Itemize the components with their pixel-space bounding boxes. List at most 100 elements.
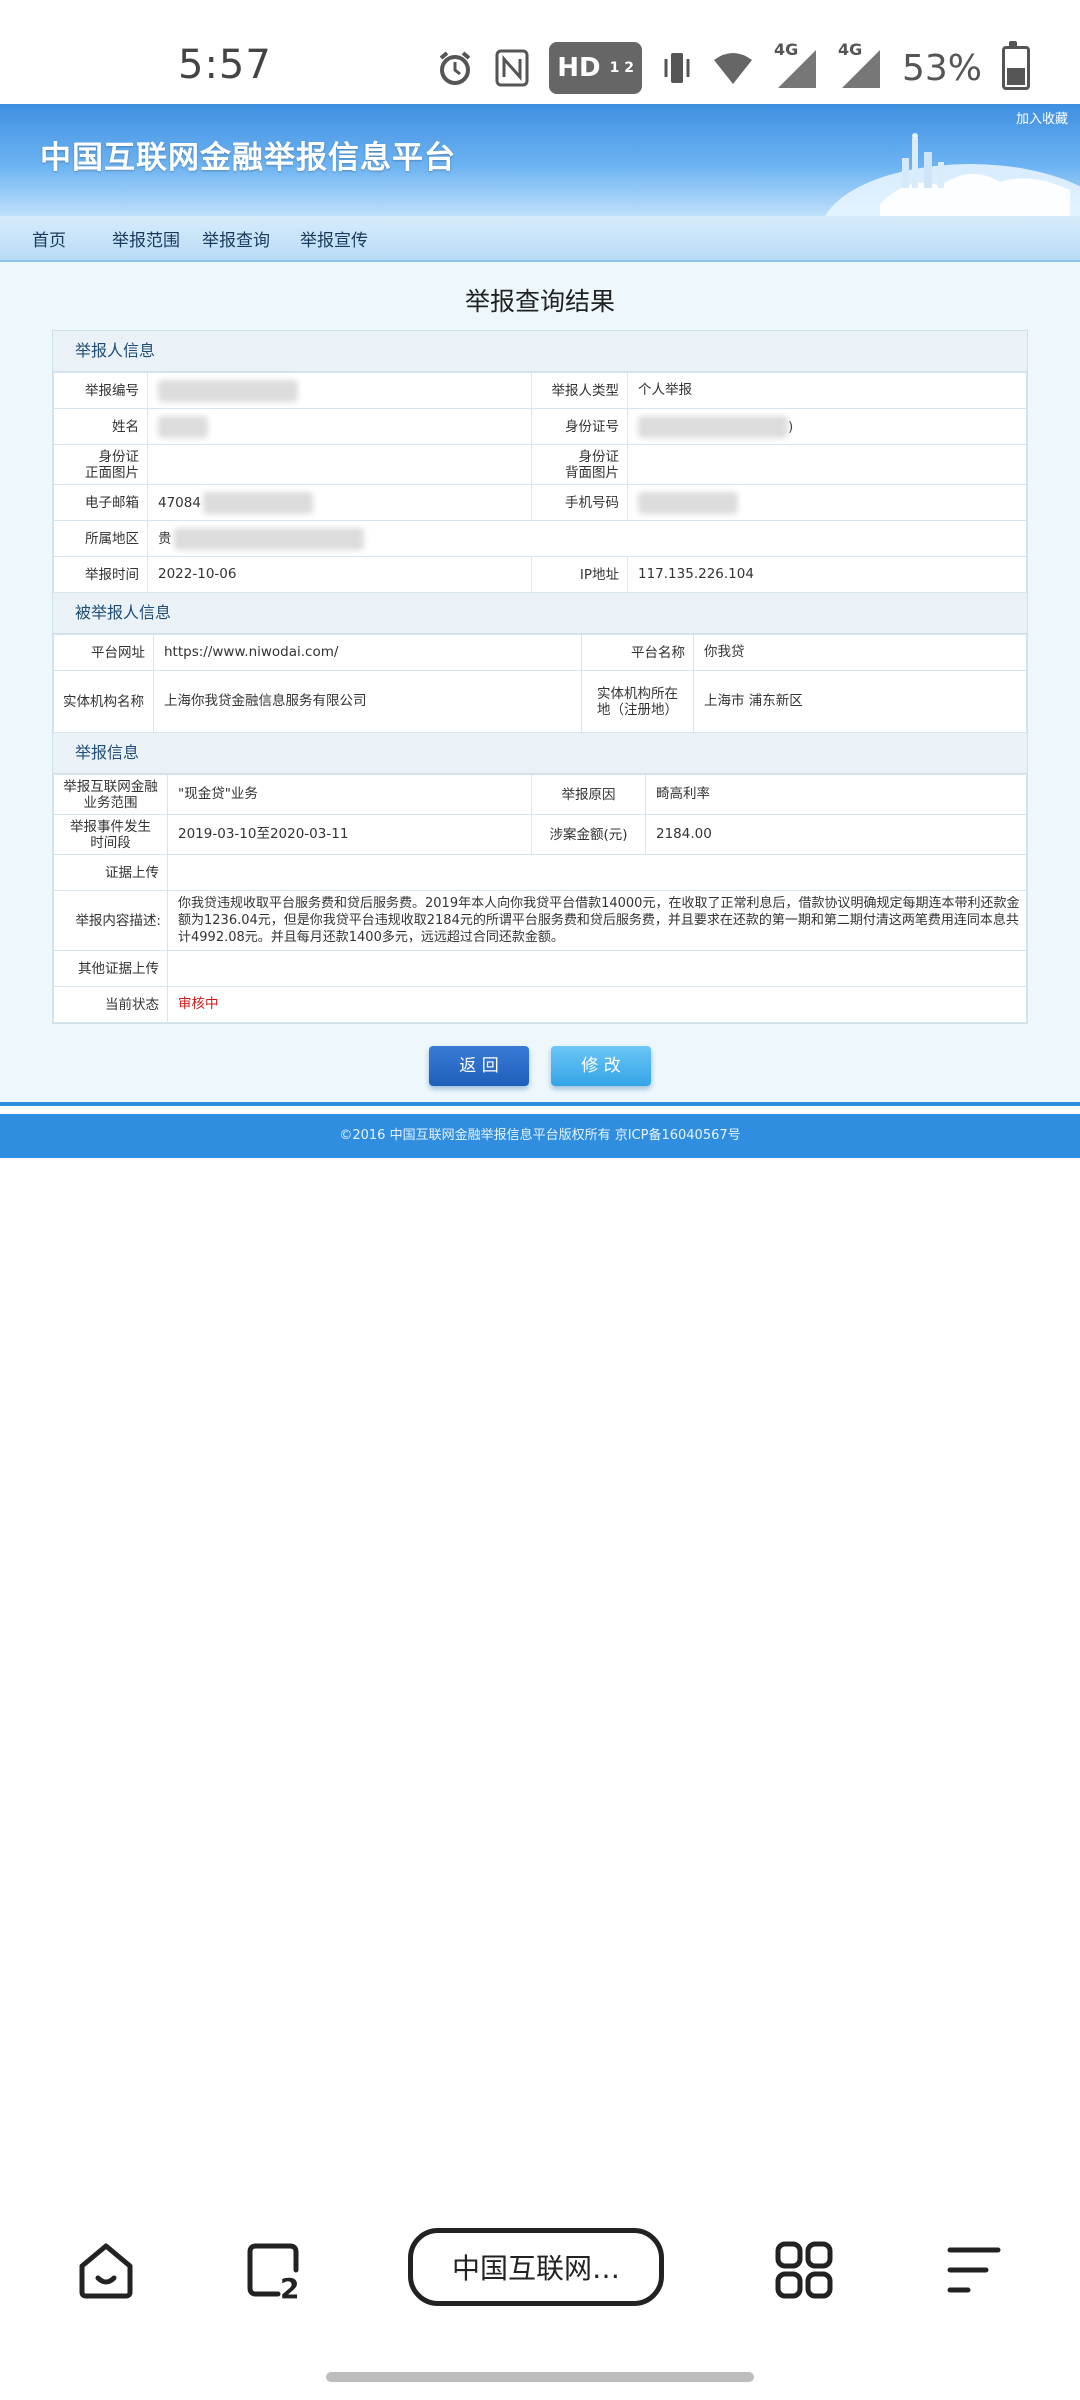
idcard-front-image <box>147 444 532 485</box>
phone-value <box>627 484 1027 521</box>
idcard-back-label: 身份证 背面图片 <box>531 444 628 485</box>
evidence-upload-label: 证据上传 <box>53 854 168 891</box>
section-report-title: 举报信息 <box>53 733 1027 774</box>
reporter-table: 举报编号 举报人类型 个人举报 姓名 身份证号 ) 身份证 正面图片 身份证 背… <box>53 372 1027 593</box>
report-table: 举报互联网金融业务范围 "现金贷"业务 举报原因 畸高利率 举报事件发生时间段 … <box>53 774 1027 1023</box>
reported-table: 平台网址 https://www.niwodai.com/ 平台名称 你我贷 实… <box>53 634 1027 733</box>
name-value <box>147 408 532 445</box>
table-row: 姓名 身份证号 ) <box>53 408 1027 445</box>
platform-name-label: 平台名称 <box>581 634 694 671</box>
page-title: 举报查询结果 <box>464 287 615 316</box>
report-reason-label: 举报原因 <box>531 774 646 815</box>
section-reporter-title: 举报人信息 <box>53 331 1027 372</box>
status-time: 5:57 <box>178 42 272 88</box>
table-row: 当前状态 审核中 <box>53 986 1027 1023</box>
alarm-icon <box>435 44 475 92</box>
signal-icon: 4G <box>838 40 882 90</box>
event-period-label: 举报事件发生时间段 <box>53 814 168 855</box>
page-footer: ©2016 中国互联网金融举报信息平台版权所有 京ICP备16040567号 <box>0 1114 1080 1158</box>
report-id-label: 举报编号 <box>53 372 148 409</box>
nav-report-scope[interactable]: 举报范围 <box>112 226 180 251</box>
wifi-icon <box>712 44 754 92</box>
main-content: 举报查询结果 举报人信息 举报编号 举报人类型 个人举报 姓名 身份证号 ) 身… <box>0 262 1080 1102</box>
table-row: 举报时间 2022-10-06 IP地址 117.135.226.104 <box>53 556 1027 593</box>
table-row: 举报互联网金融业务范围 "现金贷"业务 举报原因 畸高利率 <box>53 774 1027 815</box>
site-url-label: 平台网址 <box>53 634 154 671</box>
site-url-value: https://www.niwodai.com/ <box>153 634 582 671</box>
table-row: 其他证据上传 <box>53 950 1027 987</box>
current-status-label: 当前状态 <box>53 986 168 1023</box>
idcard-front-label: 身份证 正面图片 <box>53 444 148 485</box>
business-scope-label: 举报互联网金融业务范围 <box>53 774 168 815</box>
table-row: 身份证 正面图片 身份证 背面图片 <box>53 444 1027 485</box>
section-reported-title: 被举报人信息 <box>53 593 1027 634</box>
reporter-type-value: 个人举报 <box>627 372 1027 409</box>
region-label: 所属地区 <box>53 520 148 557</box>
table-row: 所属地区 贵 <box>53 520 1027 557</box>
content-label: 举报内容描述: <box>53 890 168 951</box>
site-title: 中国互联网金融举报信息平台 <box>40 140 456 176</box>
report-time-value: 2022-10-06 <box>147 556 532 593</box>
idcard-value: ) <box>627 408 1027 445</box>
site-banner: 中国互联网金融举报信息平台 加入收藏 <box>0 104 1080 216</box>
tabs-icon[interactable]: 2 <box>244 2240 304 2305</box>
reporter-type-label: 举报人类型 <box>531 372 628 409</box>
current-status-value: 审核中 <box>167 986 1027 1023</box>
vibrate-icon <box>662 44 692 92</box>
idcard-back-image <box>627 444 1027 485</box>
nav-report-query[interactable]: 举报查询 <box>202 226 270 251</box>
table-row: 实体机构名称 上海你我贷金融信息服务有限公司 实体机构所在地（注册地） 上海市 … <box>53 670 1027 733</box>
amount-value: 2184.00 <box>645 814 1027 855</box>
menu-icon[interactable] <box>944 2240 1004 2300</box>
footer-divider <box>0 1102 1080 1106</box>
table-row: 举报事件发生时间段 2019-03-10至2020-03-11 涉案金额(元) … <box>53 814 1027 855</box>
table-row: 电子邮箱 47084 手机号码 <box>53 484 1027 521</box>
ip-value: 117.135.226.104 <box>627 556 1027 593</box>
region-value: 贵 <box>147 520 1027 557</box>
email-value: 47084 <box>147 484 532 521</box>
table-row: 举报编号 举报人类型 个人举报 <box>53 372 1027 409</box>
address-bar[interactable]: 中国互联网… <box>408 2228 664 2306</box>
home-icon[interactable] <box>76 2240 136 2300</box>
idcard-tail: ) <box>788 418 794 435</box>
gesture-home-indicator[interactable] <box>326 2372 754 2382</box>
hd-icon: HD 1 2 <box>549 42 642 94</box>
report-reason-value: 畸高利率 <box>645 774 1027 815</box>
evidence-upload-value <box>167 854 1027 891</box>
action-buttons: 返 回 修 改 <box>0 1046 1080 1086</box>
entity-name-value: 上海你我贷金融信息服务有限公司 <box>153 670 582 733</box>
browser-toolbar: 2 中国互联网… <box>0 2220 1080 2320</box>
nav-home[interactable]: 首页 <box>32 226 66 251</box>
svg-text:2: 2 <box>280 2272 299 2300</box>
event-period-value: 2019-03-10至2020-03-11 <box>167 814 532 855</box>
back-button[interactable]: 返 回 <box>429 1046 529 1086</box>
platform-name-value: 你我贷 <box>693 634 1027 671</box>
table-row: 举报内容描述: 你我贷违规收取平台服务费和贷后服务费。2019年本人向你我贷平台… <box>53 890 1027 951</box>
entity-location-label: 实体机构所在地（注册地） <box>581 670 694 733</box>
other-evidence-label: 其他证据上传 <box>53 950 168 987</box>
name-label: 姓名 <box>53 408 148 445</box>
battery-percent: 53% <box>901 47 982 89</box>
entity-location-value: 上海市 浦东新区 <box>693 670 1027 733</box>
status-bar: 5:57 HD 1 2 4G 4G 53% <box>0 0 1080 104</box>
phone-label: 手机号码 <box>531 484 628 521</box>
main-nav: 首页 举报范围 举报查询 举报宣传 <box>0 216 1080 262</box>
table-row: 平台网址 https://www.niwodai.com/ 平台名称 你我贷 <box>53 634 1027 671</box>
nav-report-publicity[interactable]: 举报宣传 <box>300 226 368 251</box>
table-row: 证据上传 <box>53 854 1027 891</box>
edit-button[interactable]: 修 改 <box>551 1046 651 1086</box>
content-value: 你我贷违规收取平台服务费和贷后服务费。2019年本人向你我贷平台借款14000元… <box>167 890 1027 951</box>
report-detail-panel: 举报人信息 举报编号 举报人类型 个人举报 姓名 身份证号 ) 身份证 正面图片… <box>52 330 1028 1024</box>
email-label: 电子邮箱 <box>53 484 148 521</box>
entity-name-label: 实体机构名称 <box>53 670 154 733</box>
report-id-value <box>147 372 532 409</box>
apps-icon[interactable] <box>774 2240 834 2300</box>
signal-icon: 4G <box>774 40 818 90</box>
battery-icon <box>1002 41 1030 90</box>
city-globe-graphic <box>825 133 1080 216</box>
report-time-label: 举报时间 <box>53 556 148 593</box>
other-evidence-value <box>167 950 1027 987</box>
status-icons: HD 1 2 4G 4G 53% <box>435 40 1030 96</box>
idcard-label: 身份证号 <box>531 408 628 445</box>
business-scope-value: "现金贷"业务 <box>167 774 532 815</box>
